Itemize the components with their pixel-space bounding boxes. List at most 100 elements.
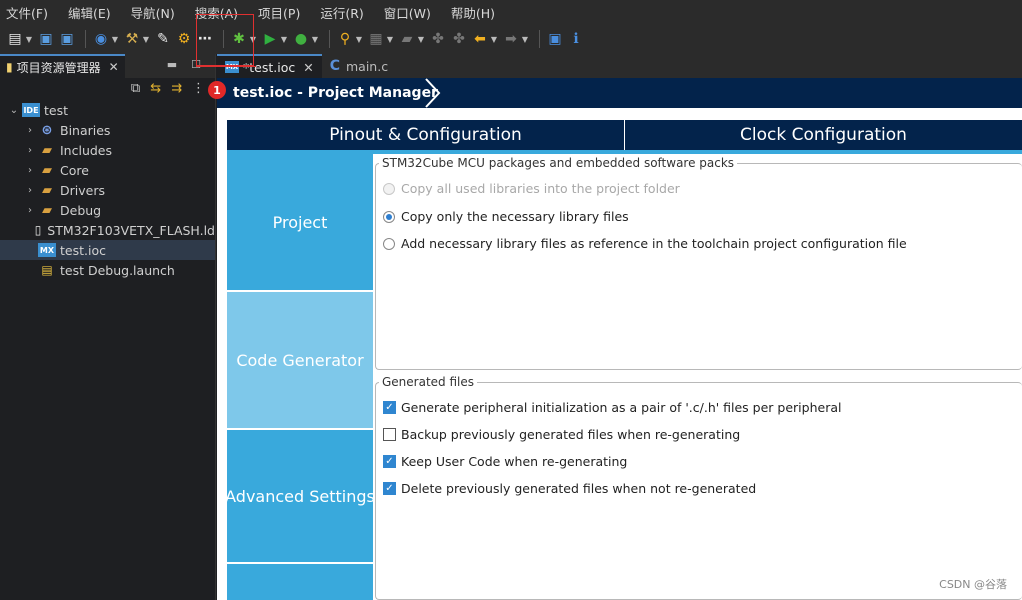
project-manager-side-nav: Project Code Generator Advanced Settings	[225, 154, 375, 600]
navigate-button[interactable]: ◉ ▼	[92, 28, 120, 50]
menu-edit[interactable]: 编辑(E)	[68, 3, 111, 22]
project-manager-content: Pinout & Configuration Clock Configurati…	[217, 108, 1022, 600]
tree-item-core[interactable]: › ▰ Core	[0, 160, 215, 180]
explorer-tab-bar: ▮ 项目资源管理器 ✕ ▬ ☐	[0, 54, 215, 78]
info-icon: ℹ	[573, 31, 579, 47]
side-nav-more[interactable]	[227, 564, 373, 600]
chevron-down-icon: ▼	[490, 34, 498, 44]
filter-icon[interactable]: ⇉	[171, 81, 182, 96]
menu-window[interactable]: 窗口(W)	[384, 3, 431, 22]
checkbox-generate-peripheral-pair[interactable]: ✓ Generate peripheral initialization as …	[383, 400, 841, 415]
side-nav-code-generator[interactable]: Code Generator	[227, 292, 373, 428]
view-menu-icon[interactable]: ⋮	[192, 81, 205, 96]
tab-clock-configuration[interactable]: Clock Configuration	[624, 120, 1022, 150]
prev-edit-button[interactable]: ✤	[429, 28, 447, 50]
config-tab-bar: Pinout & Configuration Clock Configurati…	[227, 120, 1022, 150]
perspective-button[interactable]: ▣	[546, 28, 564, 50]
chevron-down-icon: ▼	[280, 34, 288, 44]
tree-item-test[interactable]: ⌄ IDE test	[0, 100, 215, 120]
chevron-down-icon: ▼	[521, 34, 529, 44]
side-nav-advanced-settings[interactable]: Advanced Settings	[225, 430, 375, 562]
info-button[interactable]: ℹ	[567, 28, 585, 50]
ide-project-icon: IDE	[22, 103, 40, 117]
tab-pinout-configuration[interactable]: Pinout & Configuration	[227, 120, 624, 150]
tree-item-includes[interactable]: › ▰ Includes	[0, 140, 215, 160]
menu-project[interactable]: 项目(P)	[258, 3, 300, 22]
side-nav-project[interactable]: Project	[227, 154, 373, 290]
explorer-toolbar: ⧉ ⇆ ⇉ ⋮	[0, 78, 215, 98]
device-config-tool-button[interactable]: ⚙	[175, 28, 193, 50]
menu-navigate[interactable]: 导航(N)	[131, 3, 175, 22]
forward-button[interactable]: ➡ ▼	[502, 28, 530, 50]
toolbar-separator	[539, 30, 540, 48]
radio-selected-icon[interactable]	[383, 210, 395, 223]
back-button[interactable]: ⬅ ▼	[471, 28, 499, 50]
search-button[interactable]: ⚲ ▼	[336, 28, 364, 50]
chevron-down-icon[interactable]: ⌄	[8, 105, 20, 116]
checkbox-delete-generated-files[interactable]: ✓ Delete previously generated files when…	[383, 481, 756, 496]
tree-item-launch[interactable]: ▤ test Debug.launch	[0, 260, 215, 280]
radio-icon[interactable]	[383, 237, 395, 250]
chevron-right-icon[interactable]: ›	[24, 165, 36, 176]
chevron-right-icon[interactable]: ›	[24, 185, 36, 196]
new-icon: ▤	[8, 31, 22, 47]
minimize-icon[interactable]: ▬	[167, 58, 177, 71]
save-all-button[interactable]: ▣	[58, 28, 76, 50]
close-icon[interactable]: ✕	[303, 60, 313, 75]
checkbox-keep-user-code[interactable]: ✓ Keep User Code when re-generating	[383, 454, 627, 469]
includes-folder-icon: ▰	[42, 142, 52, 158]
annotation-button[interactable]: ▦ ▼	[367, 28, 395, 50]
chevron-down-icon: ▼	[142, 34, 150, 44]
build-button[interactable]: ⚒ ▼	[123, 28, 151, 50]
tree-item-binaries[interactable]: › ⊛ Binaries	[0, 120, 215, 140]
external-tools-button[interactable]: ● ▼	[292, 28, 320, 50]
chevron-right-icon[interactable]: ›	[24, 205, 36, 216]
menu-help[interactable]: 帮助(H)	[451, 3, 495, 22]
project-manager-header: test.ioc - Project Manager	[217, 78, 1022, 108]
save-button[interactable]: ▣	[37, 28, 55, 50]
annotation-line	[196, 66, 256, 67]
next-edit-icon: ✤	[453, 31, 465, 47]
tree-item-test-ioc[interactable]: MX test.ioc	[0, 240, 215, 260]
run-button[interactable]: ▶ ▼	[261, 28, 289, 50]
file-icon: ▯	[34, 223, 42, 237]
radio-add-as-reference[interactable]: Add necessary library files as reference…	[383, 236, 907, 251]
checkbox-checked-icon[interactable]: ✓	[383, 401, 396, 414]
properties-button[interactable]: ✎	[154, 28, 172, 50]
project-explorer-panel: ▮ 项目资源管理器 ✕ ▬ ☐ ⧉ ⇆ ⇉ ⋮ ⌄ IDE test › ⊛ B…	[0, 54, 216, 600]
project-tree: ⌄ IDE test › ⊛ Binaries › ▰ Includes › ▰…	[0, 98, 215, 280]
close-icon[interactable]: ✕	[109, 60, 119, 74]
annotation-highlight-box	[196, 14, 254, 66]
binaries-icon: ⊛	[41, 122, 53, 138]
new-button[interactable]: ▤ ▼	[6, 28, 34, 50]
menu-run[interactable]: 运行(R)	[320, 3, 363, 22]
next-edit-button[interactable]: ✤	[450, 28, 468, 50]
collapse-all-icon[interactable]: ⧉	[131, 81, 140, 96]
radio-copy-necessary-files[interactable]: Copy only the necessary library files	[383, 209, 629, 224]
checkbox-icon[interactable]	[383, 428, 396, 441]
chevron-down-icon: ▼	[111, 34, 119, 44]
chevron-right-icon[interactable]: ›	[24, 125, 36, 136]
task-button[interactable]: ▰ ▼	[398, 28, 426, 50]
chevron-right-icon[interactable]: ›	[24, 145, 36, 156]
mx-file-icon: MX	[38, 243, 56, 257]
tab-main-c[interactable]: C main.c	[322, 54, 396, 78]
tab-project-explorer[interactable]: ▮ 项目资源管理器 ✕	[0, 54, 125, 78]
perspective-icon: ▣	[548, 31, 562, 47]
checkbox-checked-icon[interactable]: ✓	[383, 482, 396, 495]
save-all-icon: ▣	[60, 31, 74, 47]
checkbox-backup-generated-files[interactable]: Backup previously generated files when r…	[383, 427, 740, 442]
checkbox-checked-icon[interactable]: ✓	[383, 455, 396, 468]
tree-item-linker-script[interactable]: ▯ STM32F103VETX_FLASH.ld	[0, 220, 215, 240]
annotation-icon: ▦	[369, 31, 383, 47]
menu-file[interactable]: 文件(F)	[6, 3, 48, 22]
watermark: CSDN @谷落	[939, 578, 1007, 591]
chevron-down-icon: ▼	[355, 34, 363, 44]
radio-copy-all-libraries: Copy all used libraries into the project…	[383, 181, 680, 196]
tree-item-drivers[interactable]: › ▰ Drivers	[0, 180, 215, 200]
run-icon: ▶	[264, 31, 276, 47]
folder-icon: ▮	[6, 60, 13, 74]
build-icon: ⚒	[125, 31, 139, 47]
link-with-editor-icon[interactable]: ⇆	[150, 81, 161, 96]
tree-item-debug[interactable]: › ▰ Debug	[0, 200, 215, 220]
